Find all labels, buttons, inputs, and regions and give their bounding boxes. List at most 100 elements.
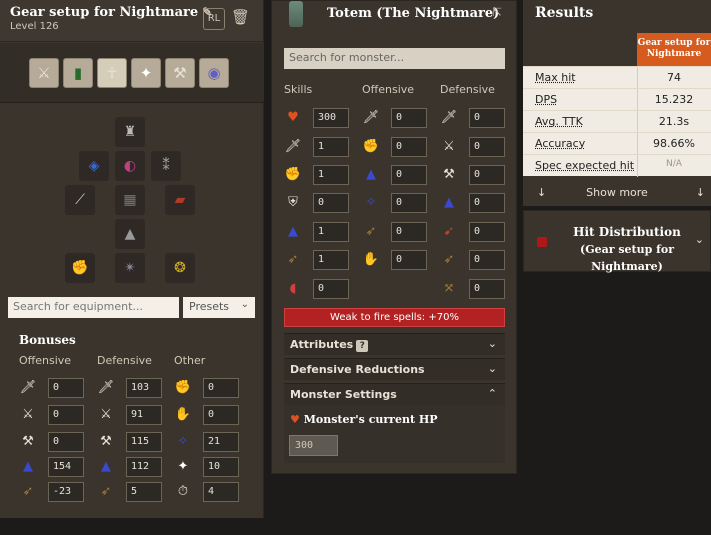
def-magic-icon: ▲ [444,194,454,210]
monster-defensive-5[interactable]: 0 [469,250,505,270]
slash-icon: ⚔ [22,406,34,422]
monster-defensive-2[interactable]: 0 [469,165,505,185]
def-standard-ranged-icon: ➶ [443,251,455,267]
skill-hitpoints-value[interactable]: 300 [313,108,349,128]
def-stab-icon: 🗡 [440,109,458,125]
skill-defence-value[interactable]: 0 [313,193,349,213]
ring-slot[interactable]: ❂ [165,253,195,283]
buffs-tab[interactable]: ⚒ [165,58,195,88]
results-row-dps: DPS 15.232 [523,88,711,111]
ranged-def-icon: ➶ [100,483,112,499]
monster-offensive-4[interactable]: 0 [391,222,427,242]
shield-slot[interactable]: ▰ [165,185,195,215]
monster-settings-section[interactable]: Monster Settings ⌃ [284,383,505,405]
cape-slot[interactable]: ◈ [79,151,109,181]
monster-defensive-0[interactable]: 0 [469,108,505,128]
other-magic-strength-value: 21 [203,432,239,452]
current-hp-input[interactable]: 300 [289,435,338,456]
show-more-button[interactable]: ↓ Show more ↓ [523,182,711,204]
other-ranged-strength-value: 0 [203,405,239,425]
equipment-search-input[interactable]: Search for equipment... [8,297,179,318]
amulet-icon: ◐ [123,158,137,174]
legs-slot[interactable]: ▲ [115,219,145,249]
results-row-spec: Spec expected hit N/A [523,154,711,177]
strength-icon: ✊ [284,166,302,182]
skills-tab[interactable]: ▮ [63,58,93,88]
hit-distribution-panel[interactable]: Hit Distribution (Gear setup for Nightma… [523,210,711,273]
cape-icon: ◈ [88,158,100,174]
defensive-reductions-section[interactable]: Defensive Reductions ⌄ [284,358,505,380]
def-heavy-ranged-icon: ⤧ [443,280,455,296]
skill-strength-value[interactable]: 1 [313,165,349,185]
monster-search-input[interactable]: Search for monster... [284,48,505,69]
defence-icon: ⛨ [288,194,298,210]
prayers-tab[interactable]: ✦ [131,58,161,88]
attack-speed-icon: ⏱ [177,483,189,499]
monster-offensive-3[interactable]: 0 [391,193,427,213]
monster-defensive-6[interactable]: 0 [469,279,505,299]
hitsplat-icon [537,237,547,247]
monster-defensive-4[interactable]: 0 [469,222,505,242]
ranged-strength-icon: ✋ [174,406,192,422]
body-slot[interactable]: ▦ [115,185,145,215]
trash-icon[interactable]: 🗑 [231,8,250,28]
other-prayer-value: 10 [203,457,239,477]
bonus-other-heading: Other [174,354,206,367]
monster-offensive-1[interactable]: 0 [391,137,427,157]
skill-magic-value[interactable]: 1 [313,222,349,242]
monster-offensive-2[interactable]: 0 [391,165,427,185]
off-magic-strength-icon: ✧ [365,194,377,210]
defensive-heading: Defensive [440,83,495,96]
monster-offensive-0[interactable]: 0 [391,108,427,128]
equipment-tab[interactable]: ☥ [97,58,127,88]
weapon-slot[interactable]: ⟋ [65,185,95,215]
combat-styles-tab[interactable]: ⚔ [29,58,59,88]
magic-def-icon: ▲ [101,458,111,474]
head-slot[interactable]: ♜ [115,117,145,147]
hit-distribution-title: Hit Distribution (Gear setup for Nightma… [573,225,681,273]
crossed-swords-icon: ⚔ [37,64,51,82]
body-armour-icon: ▦ [123,192,137,208]
setup-name[interactable]: Gear setup for Nightmare [10,5,198,20]
slayer-helm-icon: ◖ [289,280,297,296]
monster-defensive-3[interactable]: 0 [469,193,505,213]
off-ranged-icon: ➶ [365,223,377,239]
skill-attack-value[interactable]: 1 [313,137,349,157]
totem-icon [289,1,303,27]
results-row-avg-ttk: Avg. TTK 21.3s [523,110,711,133]
skill-ranged-value[interactable]: 1 [313,250,349,270]
skills-heading: Skills [284,83,313,96]
chevron-down-icon: ⌄ [487,337,497,350]
stab-icon: 🗡 [19,379,37,395]
chevron-up-icon: ⌃ [487,387,497,400]
neck-slot[interactable]: ◐ [115,151,145,181]
off-strength-icon: ✊ [362,138,380,154]
help-icon[interactable]: ? [356,340,369,352]
spellbook-tab[interactable]: ◉ [199,58,229,88]
runelite-import-button[interactable]: RL [203,8,225,30]
gear-setup-header: Gear setup for Nightmare ✎ Level 126 RL 🗑 [0,0,263,42]
off-magic-icon: ▲ [366,166,376,182]
offensive-crush-value: 0 [48,432,84,452]
equipment-grid: ♜ ◈ ◐ ⁑ ⟋ ▦ ▰ ▲ ✊ ✴ ❂ [0,104,264,290]
skill-other-value[interactable]: 0 [313,279,349,299]
legs-icon: ▲ [124,226,136,242]
results-panel: Results Gear setup for Nightmare Max hit… [523,0,711,206]
monster-defensive-1[interactable]: 0 [469,137,505,157]
monster-offensive-5[interactable]: 0 [391,250,427,270]
offensive-stab-value: 0 [48,378,84,398]
defensive-ranged-value: 5 [126,482,162,502]
presets-select[interactable]: Presets ⌄ [183,297,255,318]
ammo-slot[interactable]: ⁑ [151,151,181,181]
setup-tab-strip: ⚔ ▮ ☥ ✦ ⚒ ◉ [0,43,264,103]
hands-slot[interactable]: ✊ [65,253,95,283]
prayer-star-icon: ✦ [139,64,153,82]
helm-icon: ♜ [123,124,137,140]
offensive-magic-value: 154 [48,457,84,477]
attributes-section[interactable]: Attributes? ⌄ [284,333,505,355]
chevron-down-icon: ⌄ [694,233,704,246]
chevron-down-icon: ⌄ [240,299,249,310]
feet-slot[interactable]: ✴ [115,253,145,283]
results-row-max-hit: Max hit 74 [523,66,711,89]
external-link-icon[interactable]: ⇱ [492,5,502,19]
